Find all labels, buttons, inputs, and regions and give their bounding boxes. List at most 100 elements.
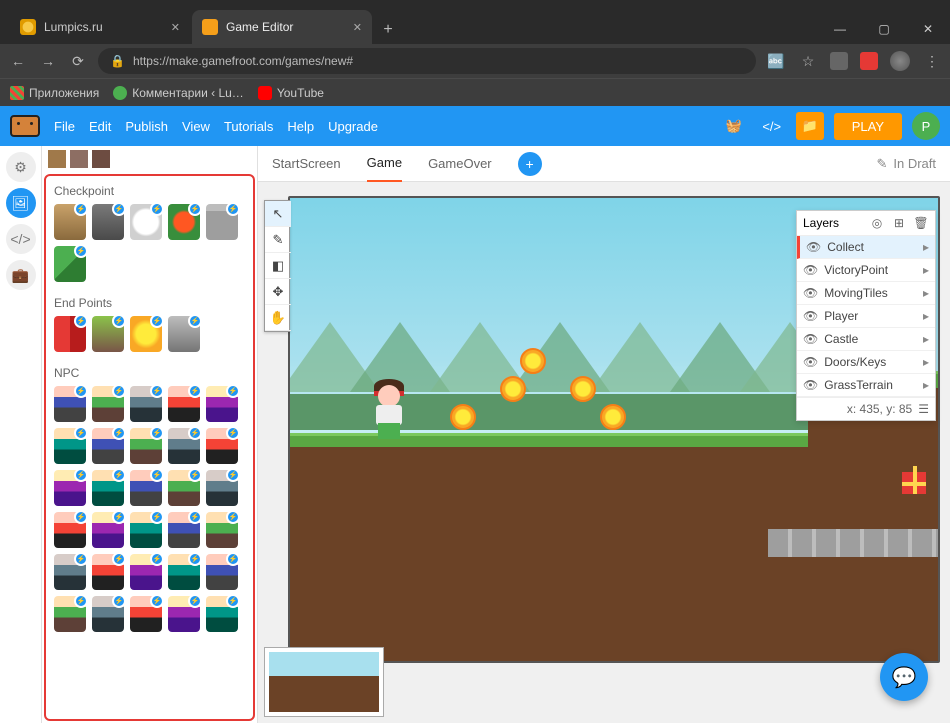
code-icon[interactable]: </> [758,112,786,140]
sprite-rock[interactable] [92,204,124,240]
layer-row[interactable]: 👁Doors/Keys▸ [797,351,935,374]
sprite-npc[interactable] [168,512,200,548]
extension-icon[interactable] [830,52,848,70]
menu-file[interactable]: File [54,119,75,134]
sprite-npc[interactable] [92,554,124,590]
layer-row[interactable]: 👁Castle▸ [797,328,935,351]
chevron-right-icon[interactable]: ▸ [923,355,929,369]
coin-sprite[interactable] [520,348,546,374]
visibility-icon[interactable]: 👁 [803,309,818,323]
tool-pointer[interactable]: ↖ [265,201,291,227]
visibility-icon[interactable]: 👁 [806,240,821,254]
window-minimize-button[interactable]: — [818,14,862,44]
tool-pan[interactable]: ✋ [265,305,291,331]
sprite-npc[interactable] [92,386,124,422]
menu-view[interactable]: View [182,119,210,134]
sprite-npc[interactable] [92,428,124,464]
tool-eraser[interactable]: ◧ [265,253,291,279]
minimap[interactable]: − 100% + [264,647,384,717]
tile-thumb[interactable] [92,150,110,168]
sprite-npc[interactable] [206,512,238,548]
rail-case-button[interactable]: 💼 [6,260,36,290]
address-bar[interactable]: 🔒 https://make.gamefroot.com/games/new# [98,48,756,74]
nav-reload-button[interactable]: ⟳ [68,53,88,70]
profile-avatar[interactable] [890,51,910,71]
sprite-npc[interactable] [54,554,86,590]
coin-sprite[interactable] [570,376,596,402]
sprite-post[interactable] [206,204,238,240]
sprite-totem[interactable] [92,316,124,352]
sprite-npc[interactable] [206,386,238,422]
bookmark-youtube[interactable]: YouTube [258,86,324,100]
sprite-npc[interactable] [168,428,200,464]
sprite-npc[interactable] [130,386,162,422]
user-avatar[interactable]: P [912,112,940,140]
rail-code-button[interactable]: </> [6,224,36,254]
delete-layer-button[interactable]: 🗑 [913,216,929,230]
chevron-right-icon[interactable]: ▸ [923,240,929,254]
coin-sprite[interactable] [600,404,626,430]
sprite-npc[interactable] [54,428,86,464]
sprite-cloud[interactable] [130,204,162,240]
sprite-npc[interactable] [168,596,200,632]
layer-row[interactable]: 👁VictoryPoint▸ [797,259,935,282]
sprite-cross[interactable] [168,316,200,352]
visibility-icon[interactable]: 👁 [803,332,818,346]
sprite-npc[interactable] [206,470,238,506]
new-tab-button[interactable]: + [374,16,402,44]
layer-row[interactable]: 👁GrassTerrain▸ [797,374,935,397]
browser-tab-lumpics[interactable]: Lumpics.ru ✕ [10,10,190,44]
sprite-flower[interactable] [168,204,200,240]
close-icon[interactable]: ✕ [353,21,362,34]
sprite-npc[interactable] [54,386,86,422]
close-icon[interactable]: ✕ [171,21,180,34]
tile-thumb[interactable] [48,150,66,168]
pencil-icon[interactable]: ✎ [876,156,887,172]
sprite-npc[interactable] [54,470,86,506]
visibility-icon[interactable]: 👁 [803,286,818,300]
target-icon[interactable]: ◎ [869,216,885,230]
tool-pencil[interactable]: ✎ [265,227,291,253]
extension-icon[interactable] [860,52,878,70]
bookmark-apps[interactable]: Приложения [10,86,99,100]
window-maximize-button[interactable]: ▢ [862,14,906,44]
layer-row[interactable]: 👁MovingTiles▸ [797,282,935,305]
chat-fab-button[interactable]: 💬 [880,653,928,701]
sprite-npc[interactable] [92,596,124,632]
nav-forward-button[interactable]: → [38,53,58,69]
menu-upgrade[interactable]: Upgrade [328,119,378,134]
nav-back-button[interactable]: ← [8,53,28,69]
add-scene-button[interactable]: + [518,152,542,176]
menu-tutorials[interactable]: Tutorials [224,119,273,134]
sprite-npc[interactable] [130,596,162,632]
layer-row[interactable]: 👁Collect▸ [797,236,935,259]
menu-publish[interactable]: Publish [125,119,168,134]
menu-help[interactable]: Help [287,119,314,134]
gift-sprite[interactable] [902,472,926,494]
menu-edit[interactable]: Edit [89,119,111,134]
chevron-right-icon[interactable]: ▸ [923,309,929,323]
scene-tab-startscreen[interactable]: StartScreen [272,146,341,182]
sprite-npc[interactable] [206,596,238,632]
sprite-npc[interactable] [92,512,124,548]
sprite-npc[interactable] [168,470,200,506]
sprite-npc[interactable] [54,512,86,548]
app-logo[interactable] [10,115,40,137]
sprite-npc[interactable] [206,554,238,590]
coin-sprite[interactable] [500,376,526,402]
chevron-right-icon[interactable]: ▸ [923,286,929,300]
shop-icon[interactable]: 🧺 [720,112,748,140]
bookmark-comments[interactable]: Комментарии ‹ Lu… [113,86,244,100]
sprite-npc[interactable] [206,428,238,464]
sprite-npc[interactable] [168,386,200,422]
sprite-npc[interactable] [54,596,86,632]
rail-images-button[interactable]: 🖼 [6,188,36,218]
add-layer-button[interactable]: ⊞ [891,216,907,230]
chevron-right-icon[interactable]: ▸ [923,263,929,277]
scene-tab-gameover[interactable]: GameOver [428,146,492,182]
player-sprite[interactable] [370,385,408,439]
menu-icon[interactable]: ☰ [918,402,929,416]
translate-icon[interactable]: 🔤 [766,53,786,70]
sprite-npc[interactable] [130,512,162,548]
star-icon[interactable]: ☆ [798,53,818,70]
